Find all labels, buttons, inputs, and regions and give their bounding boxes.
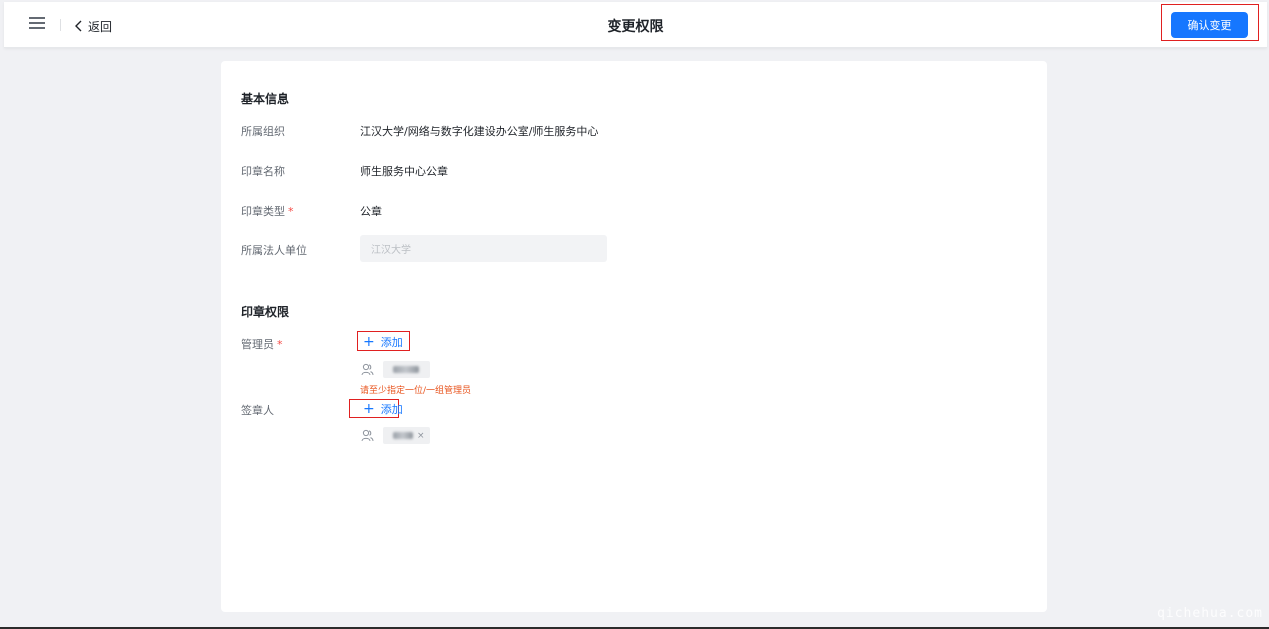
- required-mark: *: [288, 205, 294, 218]
- redacted-name: [393, 366, 419, 373]
- field-label-signer: 签章人: [241, 404, 274, 417]
- field-value-seal-type: 公章: [360, 205, 382, 218]
- page-title: 变更权限: [607, 19, 664, 35]
- required-mark: *: [277, 338, 283, 351]
- signer-add-label: 添加: [380, 402, 403, 416]
- confirm-change-button[interactable]: 确认变更: [1171, 12, 1248, 38]
- signer-member-row: ×: [361, 427, 430, 444]
- field-label-admin-text: 管理员: [241, 338, 274, 351]
- plus-icon: +: [363, 400, 375, 417]
- signer-add-button[interactable]: + 添加: [357, 400, 409, 417]
- field-label-seal-name: 印章名称: [241, 165, 285, 178]
- admin-add-button[interactable]: + 添加: [357, 333, 409, 350]
- top-bar: 返回 变更权限: [4, 2, 1267, 48]
- admin-member-chip[interactable]: [383, 361, 430, 378]
- section-title-basic-info: 基本信息: [241, 92, 290, 106]
- field-label-seal-type: 印章类型 *: [241, 203, 294, 219]
- field-label-organization: 所属组织: [241, 125, 285, 138]
- redacted-name: [393, 432, 413, 439]
- form-card: 基本信息 所属组织 江汉大学/网络与数字化建设办公室/师生服务中心 印章名称 师…: [221, 61, 1047, 612]
- chip-close-icon[interactable]: ×: [417, 431, 425, 441]
- section-title-seal-permissions: 印章权限: [241, 305, 290, 319]
- legal-entity-input: 江汉大学: [360, 235, 607, 262]
- admin-member-row: [361, 361, 430, 378]
- field-value-organization: 江汉大学/网络与数字化建设办公室/师生服务中心: [360, 125, 599, 138]
- field-label-seal-type-text: 印章类型: [241, 205, 285, 218]
- user-group-icon: [361, 363, 374, 376]
- signer-member-chip: ×: [383, 427, 430, 444]
- field-label-admin: 管理员 *: [241, 336, 283, 352]
- plus-icon: +: [363, 333, 375, 350]
- admin-add-label: 添加: [380, 335, 403, 349]
- field-label-legal-entity: 所属法人单位: [241, 244, 307, 257]
- watermark: qichehua.com: [1157, 606, 1263, 621]
- admin-error-message: 请至少指定一位/一组管理员: [360, 386, 472, 396]
- user-group-icon: [361, 429, 374, 442]
- field-value-seal-name: 师生服务中心公章: [360, 165, 448, 178]
